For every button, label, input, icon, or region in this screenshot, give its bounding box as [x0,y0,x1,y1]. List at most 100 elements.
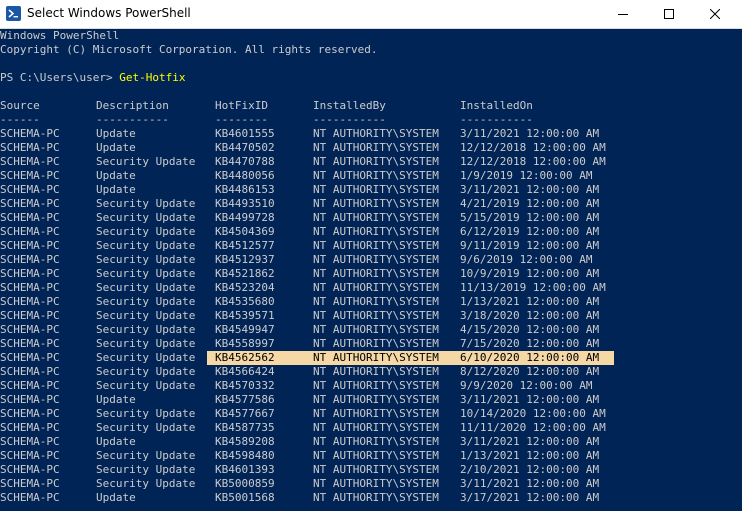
cell-hotfixid: KB4587735 [215,421,275,434]
banner-line: Windows PowerShell [0,29,120,42]
cell-description: Update [96,169,136,182]
cell-source: SCHEMA-PC [0,197,60,210]
cell-installedby: NT AUTHORITY\SYSTEM [313,393,439,406]
cell-installedon: 3/11/2021 12:00:00 AM [460,477,600,490]
cell-source: SCHEMA-PC [0,127,60,140]
cell-hotfixid: KB5000859 [215,477,275,490]
cell-hotfixid: KB4558997 [215,337,275,350]
cell-installedby: NT AUTHORITY\SYSTEM [313,183,439,196]
cell-source: SCHEMA-PC [0,211,60,224]
cell-hotfixid: KB4566424 [215,365,275,378]
header-source: Source [0,99,40,112]
cell-description: Security Update [96,225,196,238]
cell-description: Security Update [96,295,196,308]
cell-description: Security Update [96,407,196,420]
console-output[interactable]: Windows PowerShell Copyright (C) Microso… [0,29,742,511]
cell-installedon: 3/11/2021 12:00:00 AM [460,127,600,140]
cell-hotfixid: KB4512577 [215,239,275,252]
cell-installedby: NT AUTHORITY\SYSTEM [313,267,439,280]
cell-installedby: NT AUTHORITY\SYSTEM [313,295,439,308]
minimize-button[interactable] [600,0,646,28]
cell-installedby: NT AUTHORITY\SYSTEM [313,211,439,224]
cell-installedby: NT AUTHORITY\SYSTEM [313,379,439,392]
cell-source: SCHEMA-PC [0,169,60,182]
cell-description: Security Update [96,421,196,434]
cell-description: Security Update [96,267,196,280]
cell-description: Security Update [96,323,196,336]
cell-description: Security Update [96,379,196,392]
cell-hotfixid: KB4589208 [215,435,275,448]
cell-installedon: 5/15/2019 12:00:00 AM [460,211,600,224]
cell-hotfixid: KB4570332 [215,379,275,392]
dash-source: ------ [0,113,40,126]
cell-source: SCHEMA-PC [0,337,60,350]
cell-hotfixid: KB5001568 [215,491,275,504]
close-button[interactable] [692,0,738,28]
cell-installedby: NT AUTHORITY\SYSTEM [313,407,439,420]
cell-source: SCHEMA-PC [0,421,60,434]
cell-source: SCHEMA-PC [0,323,60,336]
prompt-line: PS C:\Users\user> Get-Hotfix [0,71,185,85]
cell-installedby: NT AUTHORITY\SYSTEM [313,197,439,210]
cell-installedon: 6/10/2020 12:00:00 AM [460,351,600,364]
cell-description: Security Update [96,351,196,364]
cell-installedby: NT AUTHORITY\SYSTEM [313,225,439,238]
cell-hotfixid: KB4504369 [215,225,275,238]
cell-installedby: NT AUTHORITY\SYSTEM [313,449,439,462]
cell-source: SCHEMA-PC [0,491,60,504]
maximize-icon [664,9,674,19]
cell-description: Security Update [96,309,196,322]
cell-source: SCHEMA-PC [0,183,60,196]
cell-description: Update [96,183,136,196]
cell-installedon: 9/11/2019 12:00:00 AM [460,239,600,252]
header-description: Description [96,99,169,112]
cell-installedon: 1/9/2019 12:00:00 AM [460,169,593,182]
cell-description: Security Update [96,477,196,490]
dash-description: ----------- [96,113,169,126]
cell-description: Security Update [96,365,196,378]
cell-source: SCHEMA-PC [0,435,60,448]
cell-installedby: NT AUTHORITY\SYSTEM [313,127,439,140]
cell-source: SCHEMA-PC [0,351,60,364]
cell-hotfixid: KB4470788 [215,155,275,168]
cell-installedon: 3/17/2021 12:00:00 AM [460,491,600,504]
cell-installedon: 12/12/2018 12:00:00 AM [460,141,606,154]
maximize-button[interactable] [646,0,692,28]
cell-description: Update [96,141,136,154]
cell-installedby: NT AUTHORITY\SYSTEM [313,309,439,322]
header-hotfixid: HotFixID [215,99,268,112]
cell-description: Security Update [96,463,196,476]
cell-description: Update [96,435,136,448]
cell-installedby: NT AUTHORITY\SYSTEM [313,421,439,434]
cell-description: Security Update [96,155,196,168]
cell-hotfixid: KB4535680 [215,295,275,308]
cell-hotfixid: KB4598480 [215,449,275,462]
cell-installedon: 7/15/2020 12:00:00 AM [460,337,600,350]
cell-installedon: 3/11/2021 12:00:00 AM [460,393,600,406]
minimize-icon [618,14,628,15]
table-dashes: ------ ----------- -------- ----------- … [0,113,533,127]
cell-installedon: 11/13/2019 12:00:00 AM [460,281,606,294]
prompt-path: PS C:\Users\user> [0,71,120,84]
cell-hotfixid: KB4601555 [215,127,275,140]
cell-source: SCHEMA-PC [0,253,60,266]
cell-hotfixid: KB4512937 [215,253,275,266]
cell-hotfixid: KB4577586 [215,393,275,406]
cell-installedon: 8/12/2020 12:00:00 AM [460,365,600,378]
cell-installedon: 11/11/2020 12:00:00 AM [460,421,606,434]
cell-source: SCHEMA-PC [0,141,60,154]
cell-source: SCHEMA-PC [0,365,60,378]
title-bar: Select Windows PowerShell [0,0,742,29]
cell-installedon: 2/10/2021 12:00:00 AM [460,463,600,476]
cell-installedon: 1/13/2021 12:00:00 AM [460,295,600,308]
cell-description: Security Update [96,239,196,252]
cell-installedon: 10/14/2020 12:00:00 AM [460,407,606,420]
cell-description: Update [96,393,136,406]
cell-hotfixid: KB4499728 [215,211,275,224]
cell-source: SCHEMA-PC [0,393,60,406]
cell-description: Security Update [96,281,196,294]
cell-description: Update [96,491,136,504]
cell-description: Security Update [96,197,196,210]
table-header: Source Description HotFixID InstalledBy … [0,99,533,113]
cell-source: SCHEMA-PC [0,449,60,462]
